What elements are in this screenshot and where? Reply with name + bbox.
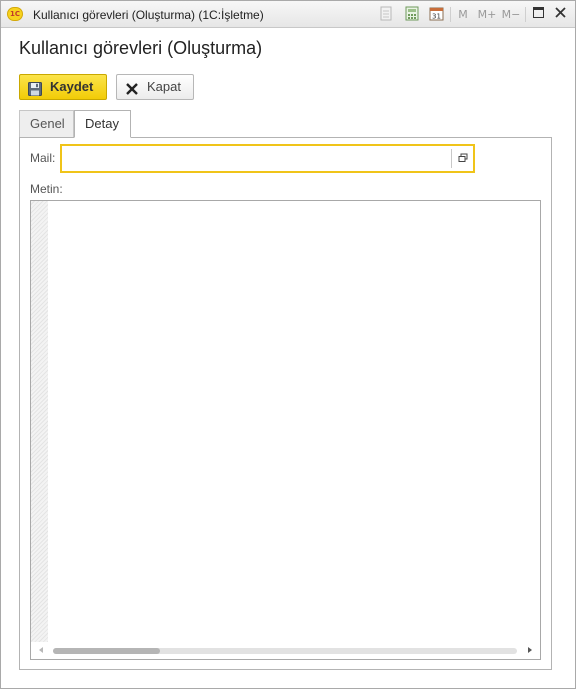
mail-field — [60, 144, 475, 173]
title-bar: 1C Kullanıcı görevleri (Oluşturma) (1C:İ… — [1, 1, 575, 28]
page-title: Kullanıcı görevleri (Oluşturma) — [19, 38, 263, 58]
save-button-label: Kaydet — [50, 79, 94, 94]
close-form-button[interactable]: Kapat — [116, 74, 194, 100]
toolbar-divider — [450, 7, 451, 22]
tab-detay[interactable]: Detay — [74, 110, 131, 138]
scroll-left-arrow-icon[interactable] — [39, 647, 43, 653]
horizontal-scrollbar[interactable] — [31, 642, 540, 659]
scroll-right-arrow-icon[interactable] — [528, 647, 532, 653]
editor-gutter — [31, 201, 48, 642]
open-icon[interactable] — [454, 150, 472, 167]
mail-input[interactable] — [62, 146, 450, 171]
memory-minus-button[interactable]: M− — [500, 6, 522, 23]
save-button[interactable]: Kaydet — [19, 74, 107, 100]
memory-button[interactable]: M — [456, 6, 470, 23]
doc-icon[interactable] — [378, 6, 394, 23]
scrollbar-thumb[interactable] — [53, 648, 160, 654]
close-x-icon — [125, 80, 139, 95]
floppy-disk-icon — [28, 80, 42, 96]
tab-genel[interactable]: Genel — [19, 110, 74, 138]
text-label: Metin: — [30, 182, 63, 196]
close-button-label: Kapat — [147, 79, 181, 94]
close-icon[interactable] — [553, 6, 567, 23]
mail-label: Mail: — [30, 151, 56, 165]
scrollbar-track[interactable] — [53, 648, 517, 654]
memory-plus-button[interactable]: M+ — [476, 6, 498, 23]
text-editor[interactable] — [30, 200, 541, 660]
mail-field-divider — [451, 149, 452, 168]
calendar-icon[interactable]: 31 — [428, 6, 444, 23]
toolbar-divider — [525, 7, 526, 22]
window-title: Kullanıcı görevleri (Oluşturma) (1C:İşle… — [33, 8, 264, 22]
calendar-day-text: 31 — [432, 13, 441, 21]
app-window: 1C Kullanıcı görevleri (Oluşturma) (1C:İ… — [0, 0, 576, 689]
calculator-icon[interactable] — [404, 6, 420, 23]
app-logo-icon: 1C — [7, 7, 23, 21]
maximize-icon[interactable] — [531, 6, 545, 23]
